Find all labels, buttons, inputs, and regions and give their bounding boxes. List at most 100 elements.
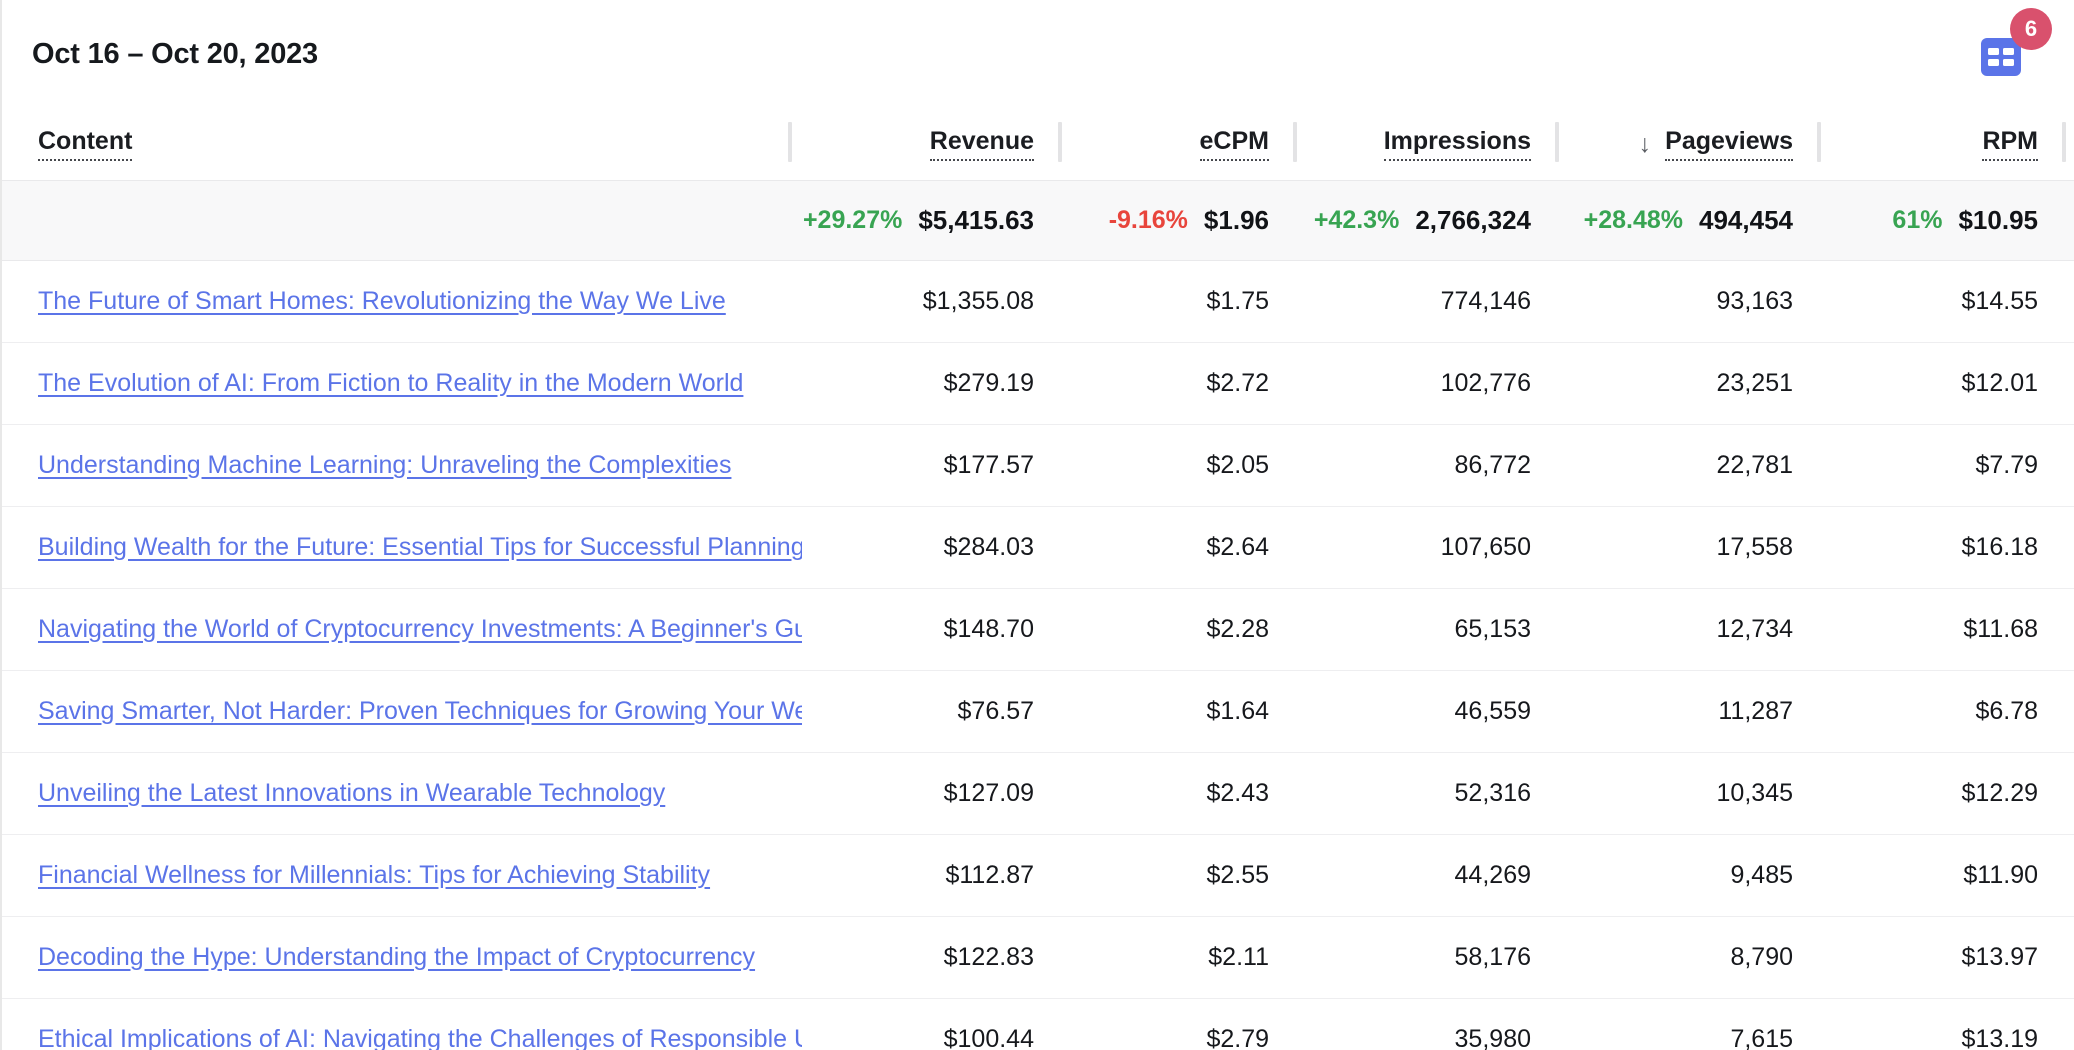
cell-pageviews: 11,287 [1718, 697, 1793, 725]
table-row: Unveiling the Latest Innovations in Wear… [2, 753, 2074, 835]
column-resize-handle-revenue[interactable] [1058, 122, 1062, 162]
content-link[interactable]: Financial Wellness for Millennials: Tips… [38, 861, 710, 889]
cell-ecpm: $1.64 [1206, 697, 1269, 725]
table-row: Building Wealth for the Future: Essentia… [2, 507, 2074, 589]
summary-cell-content [2, 180, 802, 261]
column-resize-handle-pageviews[interactable] [1817, 122, 1821, 162]
column-header-revenue-label[interactable]: Revenue [929, 127, 1034, 161]
cell-pageviews: 17,558 [1716, 533, 1793, 561]
cell-revenue: $148.70 [943, 615, 1034, 643]
cell-revenue: $112.87 [945, 861, 1034, 889]
content-link[interactable]: Decoding the Hype: Understanding the Imp… [38, 943, 755, 971]
cell-rpm: $16.18 [1961, 533, 2038, 561]
table-row: Saving Smarter, Not Harder: Proven Techn… [2, 671, 2074, 753]
summary-delta-ecpm: -9.16% [1108, 206, 1188, 234]
column-header-impressions-label[interactable]: Impressions [1383, 127, 1531, 161]
column-header-rpm-label[interactable]: RPM [1982, 127, 2038, 161]
column-header-content[interactable]: Content [2, 108, 802, 181]
content-link[interactable]: Navigating the World of Cryptocurrency I… [38, 615, 802, 643]
column-header-pageviews-label[interactable]: Pageviews [1665, 127, 1793, 161]
cell-pageviews: 22,781 [1716, 451, 1793, 479]
cell-impressions: 46,559 [1454, 697, 1531, 725]
cell-impressions: 58,176 [1454, 943, 1531, 971]
column-resize-handle-impressions[interactable] [1555, 122, 1559, 162]
content-cell: Unveiling the Latest Innovations in Wear… [2, 753, 802, 835]
summary-cell-impressions: +42.3% 2,766,324 [1307, 180, 1569, 261]
content-cell: Financial Wellness for Millennials: Tips… [2, 835, 802, 917]
summary-cell-rpm: 61% $10.95 [1831, 180, 2074, 261]
sort-descending-icon[interactable]: ↓ [1639, 130, 1652, 159]
table-row: Financial Wellness for Millennials: Tips… [2, 835, 2074, 917]
summary-value-ecpm: $1.96 [1203, 205, 1269, 235]
column-header-ecpm[interactable]: eCPM [1072, 108, 1307, 181]
column-header-revenue[interactable]: Revenue [802, 108, 1072, 181]
content-link[interactable]: Unveiling the Latest Innovations in Wear… [38, 779, 665, 807]
summary-value-rpm: $10.95 [1958, 205, 2038, 235]
table-body: +29.27% $5,415.63 -9.16% $1.96 +42.3% 2,… [2, 180, 2074, 1050]
table-header: Content Revenue eCPM Impressions ↓ Pagev… [2, 108, 2074, 181]
content-link[interactable]: Ethical Implications of AI: Navigating t… [38, 1025, 802, 1050]
table-view-button[interactable]: 6 [1974, 8, 2052, 84]
cell-pageviews: 9,485 [1730, 861, 1793, 889]
cell-ecpm: $2.55 [1206, 861, 1269, 889]
content-link[interactable]: The Evolution of AI: From Fiction to Rea… [38, 369, 743, 397]
cell-revenue: $284.03 [943, 533, 1034, 561]
content-cell: The Evolution of AI: From Fiction to Rea… [2, 343, 802, 425]
cell-revenue: $122.83 [943, 943, 1034, 971]
cell-rpm: $12.29 [1961, 779, 2038, 807]
cell-ecpm: $2.28 [1206, 615, 1269, 643]
content-cell: Decoding the Hype: Understanding the Imp… [2, 917, 802, 999]
column-header-pageviews[interactable]: ↓ Pageviews [1569, 108, 1831, 181]
table-row: Understanding Machine Learning: Unraveli… [2, 425, 2074, 507]
content-cell: The Future of Smart Homes: Revolutionizi… [2, 261, 802, 343]
content-cell: Saving Smarter, Not Harder: Proven Techn… [2, 671, 802, 753]
table-row: Navigating the World of Cryptocurrency I… [2, 589, 2074, 671]
cell-ecpm: $2.43 [1206, 779, 1269, 807]
column-resize-handle-rpm[interactable] [2062, 122, 2066, 162]
column-header-ecpm-label[interactable]: eCPM [1199, 127, 1269, 161]
cell-impressions: 44,269 [1454, 861, 1531, 889]
column-header-content-label[interactable]: Content [38, 127, 133, 161]
content-cell: Understanding Machine Learning: Unraveli… [2, 425, 802, 507]
cell-revenue: $279.19 [943, 369, 1034, 397]
cell-impressions: 86,772 [1454, 451, 1531, 479]
summary-value-impressions: 2,766,324 [1415, 205, 1531, 235]
page-title: Oct 16 – Oct 20, 2023 [32, 37, 318, 70]
table-row: The Evolution of AI: From Fiction to Rea… [2, 343, 2074, 425]
cell-rpm: $11.68 [1963, 615, 2038, 643]
content-link[interactable]: The Future of Smart Homes: Revolutionizi… [38, 287, 726, 315]
content-link[interactable]: Saving Smarter, Not Harder: Proven Techn… [38, 697, 802, 725]
summary-cell-pageviews: +28.48% 494,454 [1569, 180, 1831, 261]
notification-badge: 6 [2010, 8, 2052, 50]
content-cell: Ethical Implications of AI: Navigating t… [2, 999, 802, 1050]
cell-revenue: $76.57 [957, 697, 1034, 725]
cell-impressions: 774,146 [1440, 287, 1531, 315]
header-row: Content Revenue eCPM Impressions ↓ Pagev… [2, 108, 2074, 181]
summary-cell-ecpm: -9.16% $1.96 [1072, 180, 1307, 261]
content-cell: Navigating the World of Cryptocurrency I… [2, 589, 802, 671]
column-resize-handle-ecpm[interactable] [1293, 122, 1297, 162]
cell-ecpm: $2.05 [1206, 451, 1269, 479]
content-cell: Building Wealth for the Future: Essentia… [2, 507, 802, 589]
cell-impressions: 102,776 [1440, 369, 1531, 397]
table-row: Ethical Implications of AI: Navigating t… [2, 999, 2074, 1050]
summary-delta-rpm: 61% [1892, 206, 1943, 234]
cell-rpm: $7.79 [1975, 451, 2038, 479]
column-header-impressions[interactable]: Impressions [1307, 108, 1569, 181]
summary-delta-revenue: +29.27% [802, 206, 903, 234]
cell-revenue: $100.44 [943, 1025, 1034, 1050]
content-link[interactable]: Understanding Machine Learning: Unraveli… [38, 451, 731, 479]
cell-revenue: $177.57 [943, 451, 1034, 479]
column-header-rpm[interactable]: RPM [1831, 108, 2074, 181]
cell-impressions: 35,980 [1454, 1025, 1531, 1050]
cell-pageviews: 93,163 [1716, 287, 1793, 315]
cell-pageviews: 23,251 [1716, 369, 1793, 397]
cell-impressions: 107,650 [1440, 533, 1531, 561]
cell-rpm: $11.90 [1963, 861, 2038, 889]
cell-rpm: $14.55 [1961, 287, 2038, 315]
report-table: Content Revenue eCPM Impressions ↓ Pagev… [2, 108, 2074, 1050]
cell-revenue: $127.09 [943, 779, 1034, 807]
column-resize-handle-content[interactable] [788, 122, 792, 162]
cell-pageviews: 10,345 [1716, 779, 1793, 807]
content-link[interactable]: Building Wealth for the Future: Essentia… [38, 533, 802, 561]
